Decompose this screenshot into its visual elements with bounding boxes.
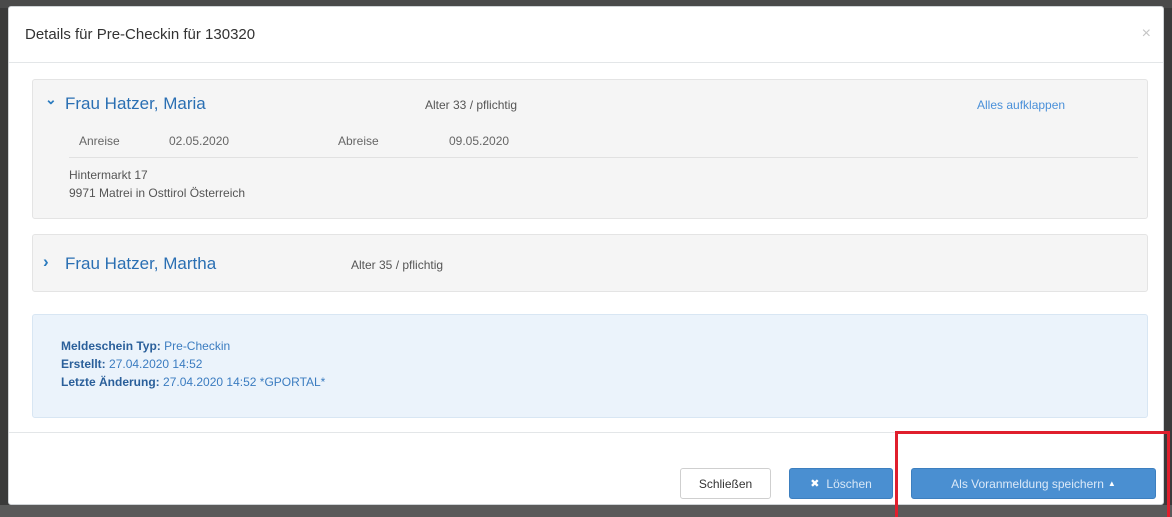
delete-button-label: Löschen — [826, 476, 872, 491]
guest-age-maria: Alter 33 / pflichtig — [425, 98, 518, 112]
guest-name-martha[interactable]: Frau Hatzer, Martha — [65, 254, 216, 274]
created-line: Erstellt: 27.04.2020 14:52 — [61, 357, 202, 371]
backdrop-bottom — [0, 505, 1172, 517]
registration-type-label: Meldeschein Typ: — [61, 339, 161, 353]
dialog-header: Details für Pre-Checkin für 130320 × — [9, 7, 1163, 63]
delete-icon: ✖ — [810, 478, 820, 490]
last-changed-value: 27.04.2020 14:52 *GPORTAL* — [163, 375, 326, 389]
arrival-date: 02.05.2020 — [169, 134, 230, 148]
guest-name-maria[interactable]: Frau Hatzer, Maria — [65, 94, 206, 114]
guest-panel-maria: ⌄ Frau Hatzer, Maria Alter 33 / pflichti… — [32, 79, 1148, 219]
last-changed-label: Letzte Änderung: — [61, 375, 160, 389]
registration-info-box: Meldeschein Typ: Pre-Checkin Erstellt: 2… — [32, 314, 1148, 418]
save-as-preregistration-button[interactable]: Als Voranmeldung speichern ▲ — [911, 468, 1156, 499]
guest-age-martha: Alter 35 / pflichtig — [351, 258, 444, 272]
delete-button[interactable]: ✖ Löschen — [789, 468, 893, 499]
dialog-title: Details für Pre-Checkin für 130320 — [25, 26, 256, 43]
close-icon[interactable]: × — [1142, 25, 1151, 43]
caret-up-icon[interactable]: ▲ — [1108, 479, 1116, 488]
chevron-down-icon[interactable]: ⌄ — [45, 91, 57, 108]
chevron-right-icon[interactable]: › — [43, 252, 49, 272]
created-label: Erstellt: — [61, 357, 106, 371]
save-button-label: Als Voranmeldung speichern — [951, 476, 1104, 491]
created-value: 27.04.2020 14:52 — [109, 357, 203, 371]
registration-type-line: Meldeschein Typ: Pre-Checkin — [61, 339, 230, 353]
expand-all-link[interactable]: Alles aufklappen — [977, 98, 1065, 112]
dialog-footer: Schließen ✖ Löschen Als Voranmeldung spe… — [9, 432, 1163, 506]
section-divider — [69, 157, 1138, 158]
close-button[interactable]: Schließen — [680, 468, 771, 499]
guest-panel-martha[interactable]: › Frau Hatzer, Martha Alter 35 / pflicht… — [32, 234, 1148, 292]
arrival-label: Anreise — [79, 134, 120, 148]
registration-type-value: Pre-Checkin — [164, 339, 231, 353]
address-street: Hintermarkt 17 — [69, 168, 148, 182]
pre-checkin-details-dialog: Details für Pre-Checkin für 130320 × ⌄ F… — [8, 6, 1164, 505]
departure-date: 09.05.2020 — [449, 134, 510, 148]
address-city: 9971 Matrei in Osttirol Österreich — [69, 186, 246, 200]
departure-label: Abreise — [338, 134, 379, 148]
last-changed-line: Letzte Änderung: 27.04.2020 14:52 *GPORT… — [61, 375, 325, 389]
